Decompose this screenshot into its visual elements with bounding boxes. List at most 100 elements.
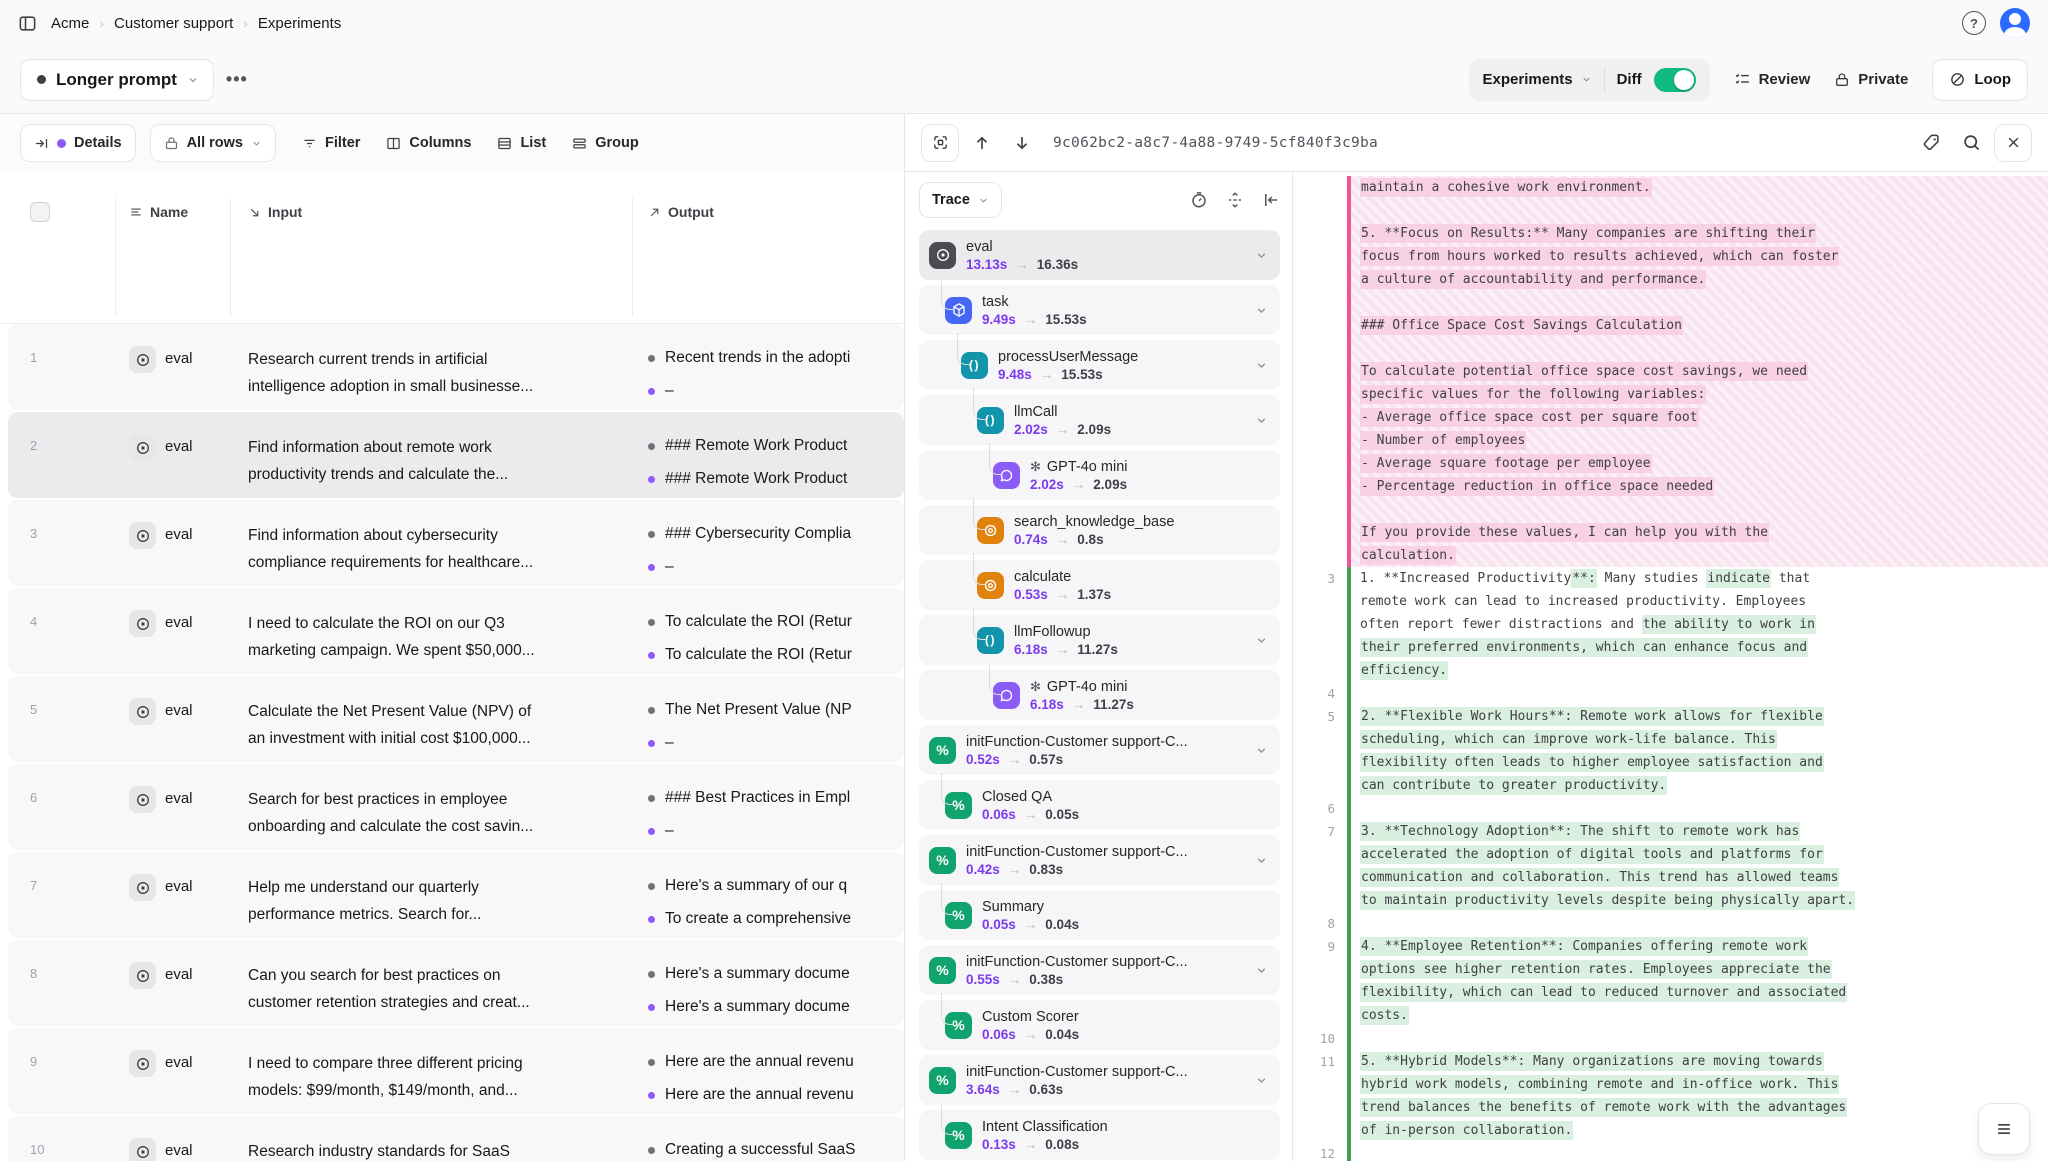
row-input: Can you search for best practices oncust… — [230, 940, 632, 1026]
total-duration: 0.63s — [1029, 1082, 1063, 1097]
output-dot — [648, 652, 655, 659]
filter-button[interactable]: Filter — [302, 135, 360, 151]
rows-filter-button[interactable]: All rows — [150, 124, 276, 162]
diff-line-number: 4 — [1293, 682, 1347, 705]
chevron-down-icon[interactable] — [1255, 744, 1268, 757]
trace-tree-node[interactable]: %initFunction-Customer support-C...0.42s… — [919, 835, 1280, 885]
details-button[interactable]: Details — [20, 124, 136, 162]
view-selector[interactable]: Experiments — [1483, 71, 1592, 88]
avatar[interactable] — [2000, 8, 2030, 38]
circle-dot-icon — [135, 528, 151, 544]
columns-button[interactable]: Columns — [386, 135, 471, 151]
timing-button[interactable] — [1190, 191, 1208, 209]
diff-added-line: 4 — [1293, 682, 2048, 705]
sidebar-toggle-icon[interactable] — [18, 14, 37, 33]
collapse-panel-button[interactable] — [1262, 191, 1280, 209]
table-row[interactable]: 5evalCalculate the Net Present Value (NP… — [8, 676, 904, 762]
experiment-switcher[interactable]: Longer prompt — [20, 59, 214, 101]
trace-tree-node[interactable]: ✻GPT-4o mini2.02s→2.09s — [919, 450, 1280, 500]
review-button[interactable]: Review — [1734, 71, 1811, 88]
diff-code: - Average square footage per employee — [1351, 452, 2048, 475]
trace-tree-node[interactable]: %initFunction-Customer support-C...0.55s… — [919, 945, 1280, 995]
trace-tree-node[interactable]: eval13.13s→16.36s — [919, 230, 1280, 280]
list-button[interactable]: List — [497, 135, 546, 151]
input-line: Research current trends in artificial — [248, 346, 632, 373]
tree-connector — [973, 388, 986, 420]
tag-button[interactable] — [1914, 126, 1948, 160]
trace-tree-node[interactable]: %Summary0.05s→0.04s — [919, 890, 1280, 940]
chevron-down-icon[interactable] — [1255, 634, 1268, 647]
input-line: intelligence adoption in small businesse… — [248, 373, 632, 400]
column-header-name[interactable]: Name — [115, 202, 230, 222]
diff-removed-line: a culture of accountability and performa… — [1293, 268, 2048, 291]
trace-tree-node[interactable]: calculate0.53s→1.37s — [919, 560, 1280, 610]
chevron-down-icon[interactable] — [1255, 854, 1268, 867]
breadcrumb-item[interactable]: Acme — [51, 15, 89, 32]
diff-menu-button[interactable] — [1978, 1103, 2030, 1155]
filter-label: Filter — [325, 135, 360, 151]
table-row[interactable]: 8evalCan you search for best practices o… — [8, 940, 904, 1026]
trace-tree-node[interactable]: %Intent Classification0.13s→0.08s — [919, 1110, 1280, 1160]
previous-row-button[interactable] — [965, 126, 999, 160]
table-row[interactable]: 3evalFind information about cybersecurit… — [8, 500, 904, 586]
trace-tree-node[interactable]: ()llmCall2.02s→2.09s — [919, 395, 1280, 445]
chevron-down-icon[interactable] — [1255, 414, 1268, 427]
diff-code: their preferred environments, which can … — [1351, 636, 2048, 659]
expand-all-button[interactable] — [1226, 191, 1244, 209]
select-all-checkbox[interactable] — [30, 202, 50, 222]
close-panel-button[interactable] — [1994, 124, 2032, 162]
diff-added-line: efficiency. — [1293, 659, 2048, 682]
chevron-down-icon[interactable] — [1255, 964, 1268, 977]
diff-line-number — [1293, 521, 1347, 544]
group-label: Group — [595, 135, 639, 151]
trace-tree-node[interactable]: %initFunction-Customer support-C...0.52s… — [919, 725, 1280, 775]
view-selector-label: Experiments — [1483, 71, 1573, 88]
chevron-down-icon[interactable] — [1255, 304, 1268, 317]
more-menu-button[interactable]: ••• — [226, 69, 248, 90]
column-header-input[interactable]: Input — [230, 202, 632, 222]
table-row[interactable]: 2evalFind information about remote workp… — [8, 412, 904, 498]
group-button[interactable]: Group — [572, 135, 639, 151]
search-button[interactable] — [1954, 126, 1988, 160]
menu-icon — [1994, 1119, 2014, 1139]
chevron-down-icon[interactable] — [1255, 359, 1268, 372]
private-button[interactable]: Private — [1834, 71, 1908, 88]
trace-tree-node[interactable]: ()processUserMessage9.48s→15.53s — [919, 340, 1280, 390]
diff-line-number — [1293, 176, 1347, 199]
trace-view-selector[interactable]: Trace — [919, 182, 1002, 218]
trace-tree-node[interactable]: search_knowledge_base0.74s→0.8s — [919, 505, 1280, 555]
table-row[interactable]: 10evalResearch industry standards for Sa… — [8, 1116, 904, 1161]
column-header-output[interactable]: Output — [632, 202, 904, 222]
added-text: can contribute to greater productivity. — [1360, 776, 1667, 795]
diff-code — [1351, 682, 2048, 705]
next-row-button[interactable] — [1005, 126, 1039, 160]
table-row[interactable]: 4evalI need to calculate the ROI on our … — [8, 588, 904, 674]
tree-node-times: 0.53s→1.37s — [1014, 587, 1111, 602]
table-row[interactable]: 6evalSearch for best practices in employ… — [8, 764, 904, 850]
trace-tree-node[interactable]: %Closed QA0.06s→0.05s — [919, 780, 1280, 830]
trace-tree-node[interactable]: %initFunction-Customer support-C...3.64s… — [919, 1055, 1280, 1105]
row-number: 2 — [8, 412, 115, 498]
help-icon[interactable]: ? — [1962, 11, 1986, 35]
tree-node-text: llmFollowup6.18s→11.27s — [1014, 624, 1118, 657]
table-row[interactable]: 9evalI need to compare three different p… — [8, 1028, 904, 1114]
breadcrumb-item[interactable]: Experiments — [258, 15, 341, 32]
tree-node-text: Intent Classification0.13s→0.08s — [982, 1119, 1108, 1152]
diff-code: options see higher retention rates. Empl… — [1351, 958, 2048, 981]
loop-icon — [1949, 71, 1966, 88]
loop-button[interactable]: Loop — [1932, 59, 2028, 101]
breadcrumb-item[interactable]: Customer support — [114, 15, 233, 32]
table-row[interactable]: 7evalHelp me understand our quarterlyper… — [8, 852, 904, 938]
trace-tree-node[interactable]: task9.49s→15.53s — [919, 285, 1280, 335]
list-icon — [497, 136, 512, 151]
eval-icon — [129, 610, 156, 637]
tree-node-name: initFunction-Customer support-C... — [966, 844, 1188, 860]
trace-tree-node[interactable]: ✻GPT-4o mini6.18s→11.27s — [919, 670, 1280, 720]
diff-toggle[interactable] — [1654, 68, 1696, 92]
table-row[interactable]: 1evalResearch current trends in artifici… — [8, 324, 904, 410]
trace-tree-node[interactable]: ()llmFollowup6.18s→11.27s — [919, 615, 1280, 665]
chevron-down-icon[interactable] — [1255, 1074, 1268, 1087]
chevron-down-icon[interactable] — [1255, 249, 1268, 262]
expand-panel-button[interactable] — [921, 124, 959, 162]
trace-tree-node[interactable]: %Custom Scorer0.06s→0.04s — [919, 1000, 1280, 1050]
